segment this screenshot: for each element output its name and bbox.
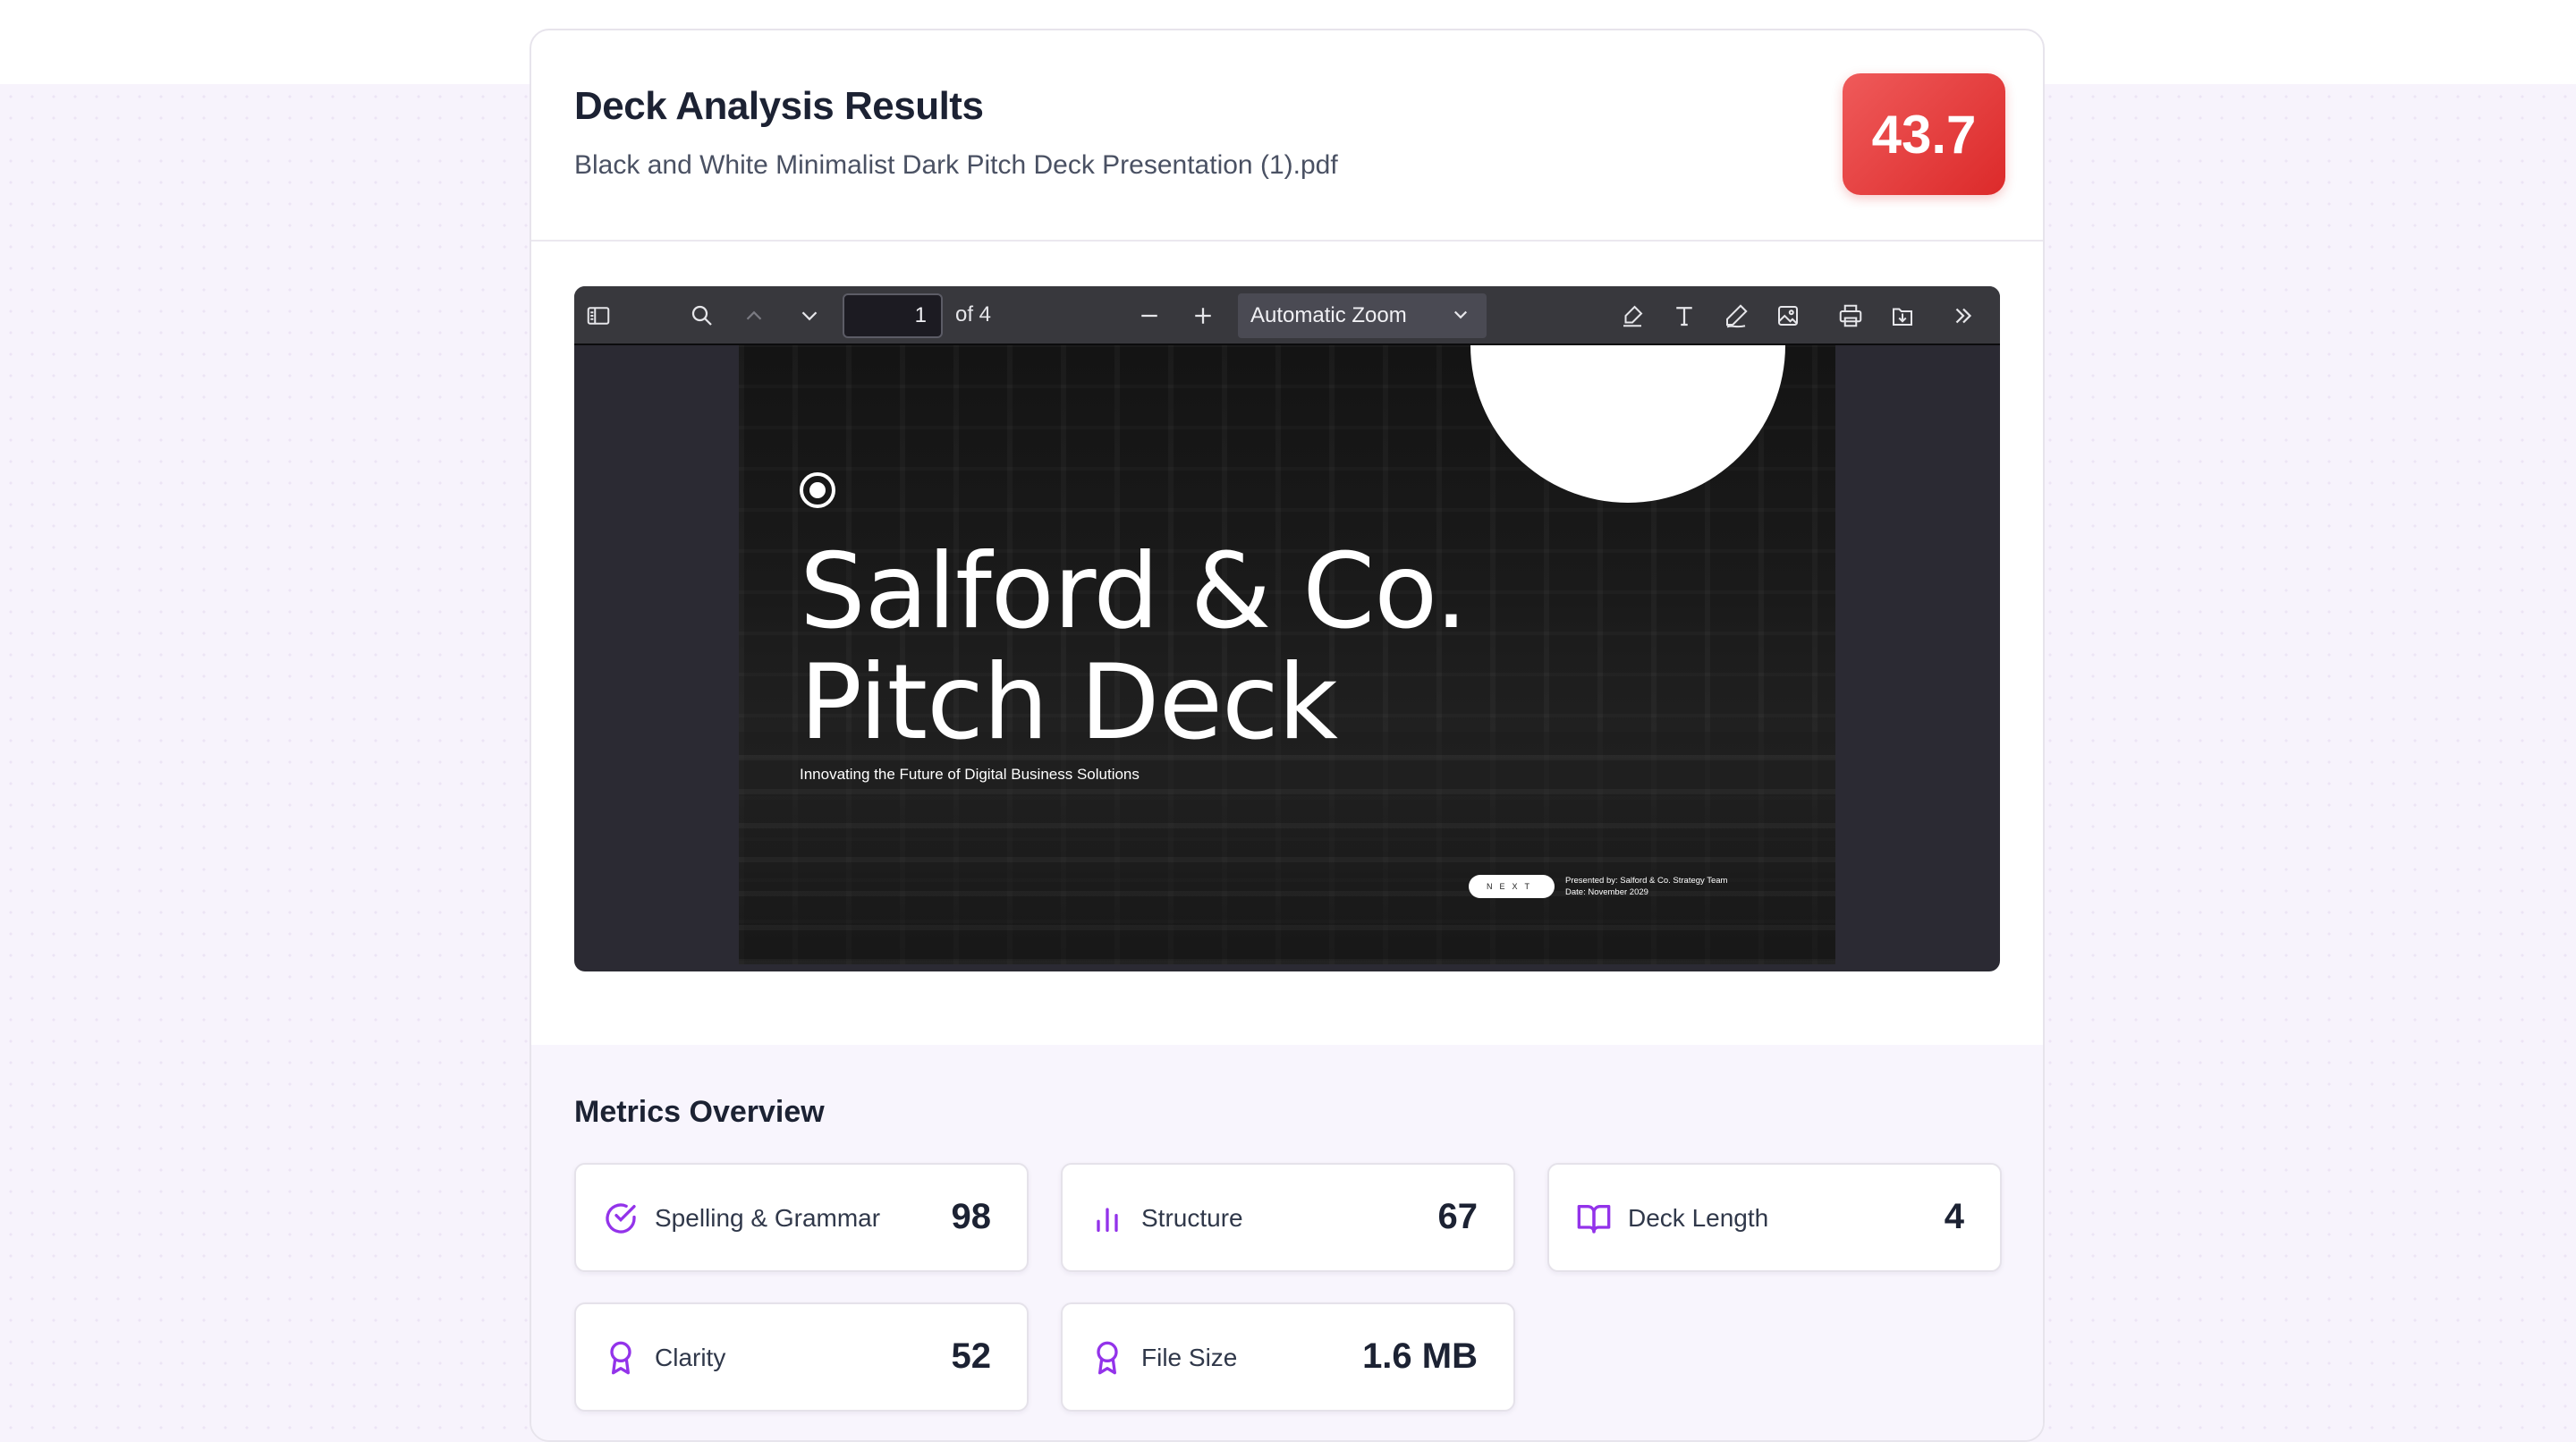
slide-date: Date: November 2029 [1565,887,1648,897]
file-name: Black and White Minimalist Dark Pitch De… [574,150,1338,180]
zoom-value: Automatic Zoom [1250,303,1407,327]
award-icon [603,1340,639,1376]
highlight-icon[interactable] [1617,301,1648,331]
image-icon[interactable] [1773,301,1803,331]
metrics-title: Metrics Overview [574,1095,825,1129]
zoom-select[interactable]: Automatic Zoom [1238,293,1487,338]
page-number-input[interactable]: 1 [843,293,943,338]
text-icon[interactable] [1669,301,1699,331]
slide-meta: Presented by: Salford & Co. Strategy Tea… [1565,875,1727,898]
slide-tagline: Innovating the Future of Digital Busines… [800,766,1140,783]
print-icon[interactable] [1835,301,1866,331]
metric-label: Structure [1141,1204,1243,1232]
metric-label: Deck Length [1628,1204,1769,1232]
previous-page-icon[interactable] [739,301,769,331]
metric-card-spelling: Spelling & Grammar 98 [574,1163,1029,1272]
search-icon[interactable] [687,301,717,331]
save-icon[interactable] [1887,301,1918,331]
tools-icon[interactable] [1948,301,1979,331]
chevron-down-icon [1453,310,1468,319]
metric-card-deck-length: Deck Length 4 [1547,1163,2002,1272]
metric-label: File Size [1141,1344,1238,1371]
check-circle-icon [603,1200,639,1236]
draw-icon[interactable] [1721,301,1751,331]
score-badge: 43.7 [1843,73,2005,195]
target-icon [800,472,835,508]
metric-card-file-size: File Size 1.6 MB [1061,1302,1515,1412]
award-icon [1089,1340,1125,1376]
slide-page: Salford & Co. Pitch Deck Innovating the … [739,345,1835,964]
metric-value: 1.6 MB [1362,1336,1478,1376]
page-count: of 4 [955,302,992,327]
zoom-out-icon[interactable] [1134,301,1165,331]
slide-next-button: NEXT [1469,875,1555,898]
results-header: Deck Analysis Results Black and White Mi… [531,30,2043,242]
zoom-in-icon[interactable] [1188,301,1218,331]
pdf-viewer[interactable]: 1 of 4 Automatic Zoom Salford & Co. Pitc… [574,286,2000,971]
metric-value: 4 [1944,1197,1964,1236]
metric-value: 67 [1437,1197,1479,1236]
slide-presenter: Presented by: Salford & Co. Strategy Tea… [1565,876,1728,886]
slide-title: Salford & Co. Pitch Deck [800,531,1468,763]
sidebar-toggle-icon[interactable] [583,301,614,331]
metrics-overview: Metrics Overview Spelling & Grammar 98 S… [531,1045,2043,1440]
page-title: Deck Analysis Results [574,84,984,128]
metric-card-clarity: Clarity 52 [574,1302,1029,1412]
metric-label: Clarity [655,1344,726,1371]
metric-label: Spelling & Grammar [655,1204,881,1232]
next-page-icon[interactable] [794,301,825,331]
book-open-icon [1576,1200,1612,1236]
analysis-card: Deck Analysis Results Black and White Mi… [530,29,2045,1442]
bar-chart-icon [1089,1200,1125,1236]
metric-value: 98 [951,1197,992,1236]
metric-value: 52 [951,1336,992,1376]
pdf-toolbar: 1 of 4 Automatic Zoom [574,286,2000,345]
metric-card-structure: Structure 67 [1061,1163,1515,1272]
pdf-viewer-section: 1 of 4 Automatic Zoom Salford & Co. Pitc… [531,242,2043,1045]
